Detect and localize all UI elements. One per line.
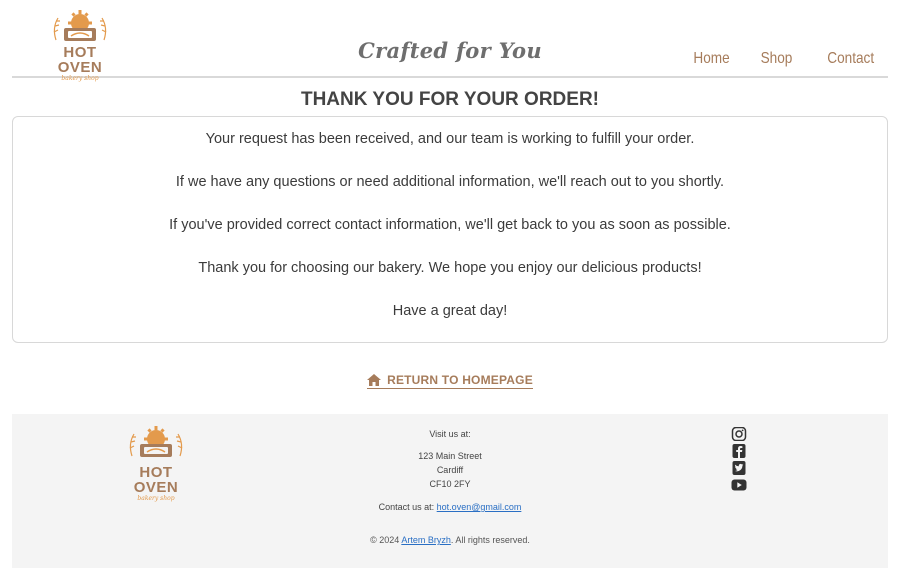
confirmation-message: If we have any questions or need additio…	[175, 174, 725, 190]
confirmation-message: Have a great day!	[392, 303, 508, 319]
copyright: © 2024 Artem Bryzh. All rights reserved.	[12, 535, 888, 546]
contact-email-link[interactable]: hot.oven@gmail.com	[437, 502, 522, 512]
address-line: 123 Main Street	[418, 451, 482, 461]
order-confirmation-card: Your request has been received, and our …	[12, 116, 888, 343]
nav-contact[interactable]: Contact	[827, 50, 874, 68]
confirmation-message: Thank you for choosing our bakery. We ho…	[198, 260, 702, 276]
confirmation-message: If you've provided correct contact infor…	[169, 217, 731, 233]
confirmation-message: Your request has been received, and our …	[205, 131, 695, 147]
return-link-label: RETURN TO HOMEPAGE	[387, 373, 533, 387]
address-line: CF10 2FY	[429, 479, 471, 489]
footer-info: Visit us at: 123 Main Street Cardiff CF1…	[12, 429, 888, 546]
contact-prefix: Contact us at:	[378, 502, 435, 512]
author-link[interactable]: Artem Bryzh	[401, 535, 451, 545]
return-link-wrapper: RETURN TO HOMEPAGE	[0, 371, 900, 390]
site-footer: HOT OVEN bakery shop Visit us at: 123 Ma…	[12, 414, 888, 568]
home-icon	[367, 374, 382, 386]
twitter-icon[interactable]	[731, 460, 747, 475]
youtube-icon[interactable]	[731, 477, 747, 491]
nav-shop[interactable]: Shop	[761, 50, 793, 68]
copyright-suffix: . All rights reserved.	[450, 535, 530, 545]
facebook-icon[interactable]	[731, 443, 747, 458]
visit-label: Visit us at:	[429, 429, 471, 439]
contact-line: Contact us at: hot.oven@gmail.com	[12, 502, 888, 513]
copyright-prefix: © 2024	[370, 535, 400, 545]
return-to-homepage-link[interactable]: RETURN TO HOMEPAGE	[367, 373, 533, 389]
page-title: THANK YOU FOR YOUR ORDER!	[300, 89, 600, 110]
site-header: HOT OVEN bakery shop Crafted for You Hom…	[12, 0, 888, 82]
main-nav: Home Shop Contact	[687, 50, 874, 68]
logo-subtitle: bakery shop	[61, 75, 99, 82]
instagram-icon[interactable]	[731, 426, 747, 442]
social-links	[731, 426, 747, 491]
address-line: Cardiff	[436, 465, 464, 475]
nav-home[interactable]: Home	[693, 50, 729, 68]
